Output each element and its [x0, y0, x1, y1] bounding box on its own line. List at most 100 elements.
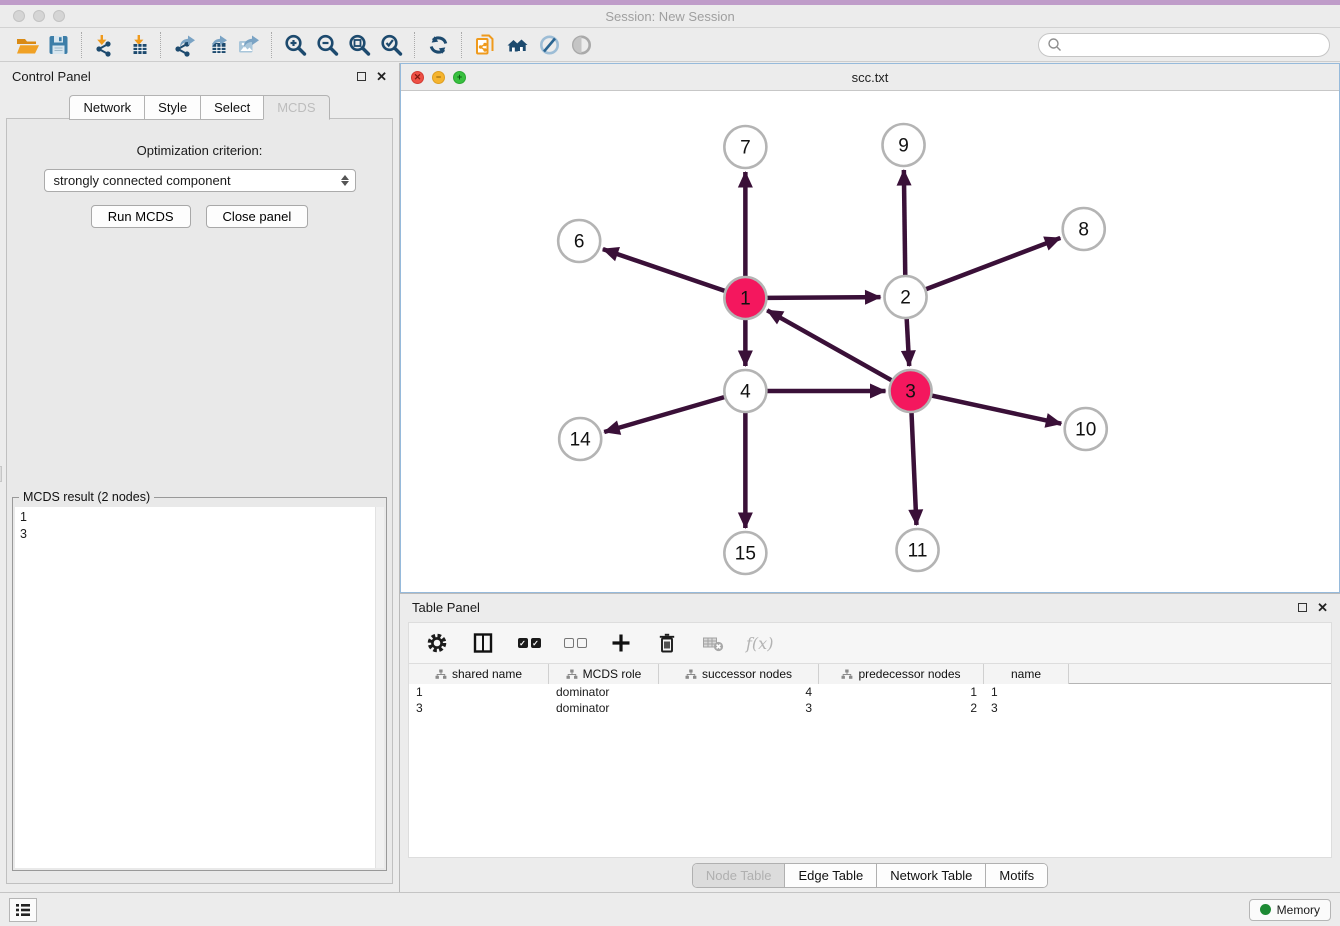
- close-table-panel-icon[interactable]: ✕: [1317, 601, 1328, 614]
- show-panels-icon[interactable]: [565, 31, 597, 59]
- search-box[interactable]: [1038, 33, 1330, 57]
- duplicate-network-icon[interactable]: [469, 31, 501, 59]
- graph-node-7[interactable]: 7: [724, 126, 766, 168]
- panel-divider-handle[interactable]: [0, 466, 2, 482]
- export-image-icon[interactable]: [232, 31, 264, 59]
- table-cell[interactable]: 3: [984, 700, 1069, 716]
- refresh-icon[interactable]: [422, 31, 454, 59]
- table-cell[interactable]: 4: [659, 684, 819, 700]
- graph-node-8[interactable]: 8: [1063, 208, 1105, 250]
- table-row[interactable]: 3dominator323: [409, 700, 1331, 716]
- graph-node-6[interactable]: 6: [558, 220, 600, 262]
- column-header-predecessor-nodes[interactable]: predecessor nodes: [819, 664, 984, 684]
- tab-mcds[interactable]: MCDS: [263, 95, 329, 120]
- mcds-panel: Optimization criterion: strongly connect…: [6, 118, 393, 884]
- zoom-in-icon[interactable]: [279, 31, 311, 59]
- table-row[interactable]: 1dominator411: [409, 684, 1331, 700]
- graph-node-2[interactable]: 2: [885, 276, 927, 318]
- table-cell[interactable]: 1: [819, 684, 984, 700]
- result-line: 1: [20, 509, 379, 526]
- graph-node-3[interactable]: 3: [890, 370, 932, 412]
- tab-network[interactable]: Network: [69, 95, 144, 120]
- export-table-icon[interactable]: [200, 31, 232, 59]
- network-canvas[interactable]: 7 9 6 8 1 2 4 3 14 10 15 11: [401, 91, 1339, 592]
- graph-edge-4-14[interactable]: [604, 397, 725, 432]
- graph-edge-3-1[interactable]: [767, 310, 892, 380]
- float-panel-icon[interactable]: [357, 72, 366, 81]
- graph-node-9[interactable]: 9: [883, 124, 925, 166]
- graph-node-11[interactable]: 11: [897, 529, 939, 571]
- optimization-criterion-select[interactable]: strongly connected component: [44, 169, 356, 192]
- table-cell[interactable]: 3: [659, 700, 819, 716]
- hide-panels-icon[interactable]: [533, 31, 565, 59]
- zoom-fit-icon[interactable]: [343, 31, 375, 59]
- table-cell[interactable]: 2: [819, 700, 984, 716]
- float-table-panel-icon[interactable]: [1298, 603, 1307, 612]
- maximize-view-button[interactable]: +: [453, 71, 466, 84]
- graph-edge-2-9[interactable]: [904, 170, 905, 276]
- select-all-columns-icon[interactable]: ✓✓: [516, 630, 542, 656]
- search-input[interactable]: [1063, 35, 1329, 55]
- column-header-successor-nodes[interactable]: successor nodes: [659, 664, 819, 684]
- mcds-result-title: MCDS result (2 nodes): [19, 490, 154, 504]
- graph-edge-2-8[interactable]: [925, 238, 1060, 290]
- svg-text:8: 8: [1078, 220, 1089, 241]
- tab-motifs[interactable]: Motifs: [985, 864, 1047, 887]
- tab-style[interactable]: Style: [144, 95, 200, 120]
- control-panel: Control Panel ✕ NetworkStyleSelectMCDS O…: [0, 63, 400, 892]
- memory-label: Memory: [1277, 903, 1320, 917]
- node-table[interactable]: shared nameMCDS rolesuccessor nodesprede…: [408, 664, 1332, 858]
- network-graph[interactable]: 7 9 6 8 1 2 4 3 14 10 15 11: [401, 91, 1339, 592]
- zoom-selected-icon[interactable]: [375, 31, 407, 59]
- export-network-icon[interactable]: [168, 31, 200, 59]
- tab-network-table[interactable]: Network Table: [876, 864, 985, 887]
- graph-edge-1-6[interactable]: [603, 249, 726, 291]
- mcds-result-text[interactable]: 13: [15, 507, 384, 868]
- graph-node-10[interactable]: 10: [1065, 408, 1107, 450]
- tab-node-table[interactable]: Node Table: [693, 864, 785, 887]
- network-home-icon[interactable]: [501, 31, 533, 59]
- table-cell[interactable]: dominator: [549, 684, 659, 700]
- close-panel-icon[interactable]: ✕: [376, 70, 387, 83]
- graph-node-4[interactable]: 4: [724, 370, 766, 412]
- table-cell[interactable]: 1: [984, 684, 1069, 700]
- import-network-icon[interactable]: [89, 31, 121, 59]
- table-toolbar: ✓✓f(x): [408, 622, 1332, 664]
- graph-edge-3-11[interactable]: [911, 412, 916, 525]
- column-header-mcds-role[interactable]: MCDS role: [549, 664, 659, 684]
- add-column-icon[interactable]: [608, 630, 634, 656]
- graph-edge-1-2[interactable]: [766, 297, 880, 298]
- table-cell[interactable]: dominator: [549, 700, 659, 716]
- save-session-icon[interactable]: [42, 31, 74, 59]
- settings-gear-icon[interactable]: [424, 630, 450, 656]
- tab-edge-table[interactable]: Edge Table: [784, 864, 876, 887]
- minimize-view-button[interactable]: −: [432, 71, 445, 84]
- run-mcds-button[interactable]: Run MCDS: [91, 205, 191, 228]
- graph-node-14[interactable]: 14: [559, 418, 601, 460]
- graph-node-1[interactable]: 1: [724, 277, 766, 319]
- zoom-out-icon[interactable]: [311, 31, 343, 59]
- network-window-titlebar[interactable]: ✕ − + scc.txt: [401, 64, 1339, 91]
- open-session-icon[interactable]: [10, 31, 42, 59]
- close-panel-button[interactable]: Close panel: [206, 205, 309, 228]
- table-panel: Table Panel ✕ ✓✓f(x) shared nameMCDS rol…: [400, 593, 1340, 892]
- result-scrollbar[interactable]: [375, 507, 384, 868]
- graph-node-15[interactable]: 15: [724, 532, 766, 574]
- memory-button[interactable]: Memory: [1249, 899, 1331, 921]
- import-table-icon[interactable]: [121, 31, 153, 59]
- tab-select[interactable]: Select: [200, 95, 263, 120]
- column-header-name[interactable]: name: [984, 664, 1069, 684]
- task-history-button[interactable]: [9, 898, 37, 922]
- delete-column-icon[interactable]: [654, 630, 680, 656]
- graph-edge-3-10[interactable]: [931, 395, 1061, 423]
- criterion-selected-value: strongly connected component: [54, 173, 341, 188]
- column-header-shared-name[interactable]: shared name: [409, 664, 549, 684]
- delete-table-icon: [700, 630, 726, 656]
- deselect-all-columns-icon[interactable]: [562, 630, 588, 656]
- table-cell[interactable]: 1: [409, 684, 549, 700]
- show-columns-icon[interactable]: [470, 630, 496, 656]
- graph-edge-2-3[interactable]: [907, 318, 910, 366]
- svg-text:3: 3: [905, 382, 916, 403]
- close-view-button[interactable]: ✕: [411, 71, 424, 84]
- table-cell[interactable]: 3: [409, 700, 549, 716]
